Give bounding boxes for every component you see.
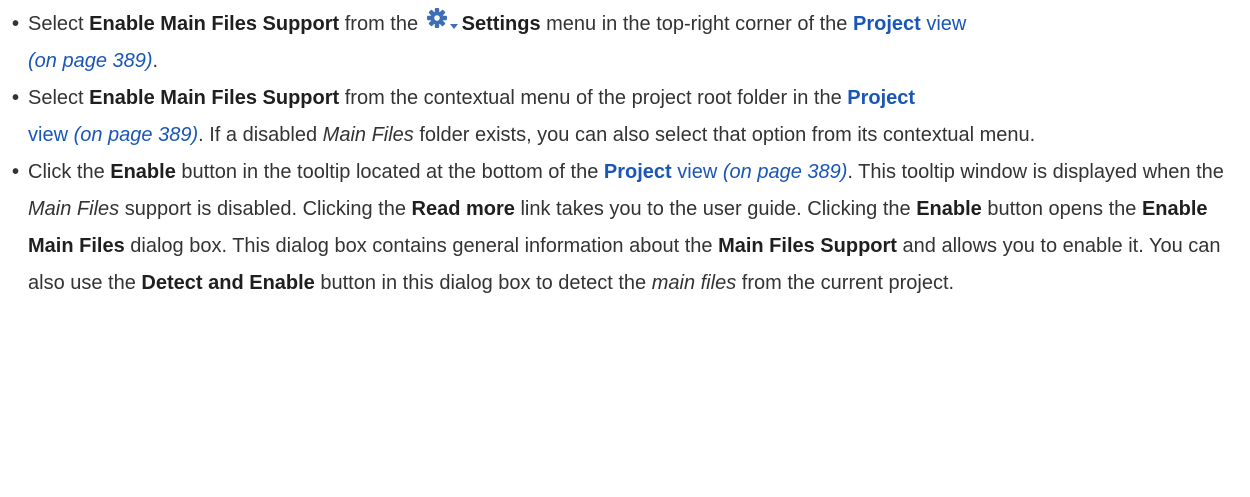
- gear-settings-icon: [426, 8, 458, 29]
- text: button in this dialog box to detect the: [314, 272, 652, 294]
- text: button in the tooltip located at the bot…: [175, 161, 604, 183]
- text: Select: [28, 13, 90, 35]
- page-reference-link[interactable]: (on page 389): [28, 50, 153, 72]
- page-reference-link[interactable]: (on page 389): [74, 124, 199, 146]
- bullet-list: • Select Enable Main Files Support from …: [8, 6, 1242, 302]
- page-reference-link[interactable]: (on page 389): [723, 161, 848, 183]
- document-body: • Select Enable Main Files Support from …: [0, 0, 1250, 302]
- button-name: Enable: [110, 161, 176, 183]
- list-item-settings-menu: • Select Enable Main Files Support from …: [8, 6, 1242, 80]
- term: main files: [651, 272, 737, 294]
- text: . If a disabled: [198, 124, 323, 146]
- menu-item-name: Enable Main Files Support: [89, 13, 340, 35]
- text: from the current project.: [736, 272, 955, 294]
- settings-label: Settings: [461, 13, 541, 35]
- text: Select: [28, 87, 90, 109]
- list-item-tooltip-enable: • Click the Enable button in the tooltip…: [8, 154, 1242, 302]
- feature-name: Main Files Support: [718, 235, 897, 257]
- list-item-contextual-menu: • Select Enable Main Files Support from …: [8, 80, 1242, 154]
- text: from the: [339, 13, 424, 35]
- bullet: •: [12, 13, 20, 35]
- text: link takes you to the user guide. Clicki…: [514, 198, 917, 220]
- link-name: Read more: [411, 198, 515, 220]
- folder-name: Main Files: [322, 124, 414, 146]
- text: button opens the: [981, 198, 1142, 220]
- bullet: •: [12, 161, 20, 183]
- text: dialog box. This dialog box contains gen…: [124, 235, 719, 257]
- text: from the contextual menu of the project …: [339, 87, 848, 109]
- text: folder exists, you can also select that …: [413, 124, 1036, 146]
- folder-name: Main Files: [28, 198, 120, 220]
- button-name: Detect and Enable: [141, 272, 315, 294]
- bullet: •: [12, 87, 20, 109]
- text: menu in the top-right corner of the: [540, 13, 853, 35]
- button-name: Enable: [916, 198, 982, 220]
- text: . This tooltip window is displayed when …: [847, 161, 1224, 183]
- text: support is disabled. Clicking the: [119, 198, 412, 220]
- menu-item-name: Enable Main Files Support: [89, 87, 340, 109]
- project-view-link[interactable]: Project view: [604, 161, 717, 183]
- text: Click the: [28, 161, 111, 183]
- project-view-link[interactable]: Project view: [853, 13, 966, 35]
